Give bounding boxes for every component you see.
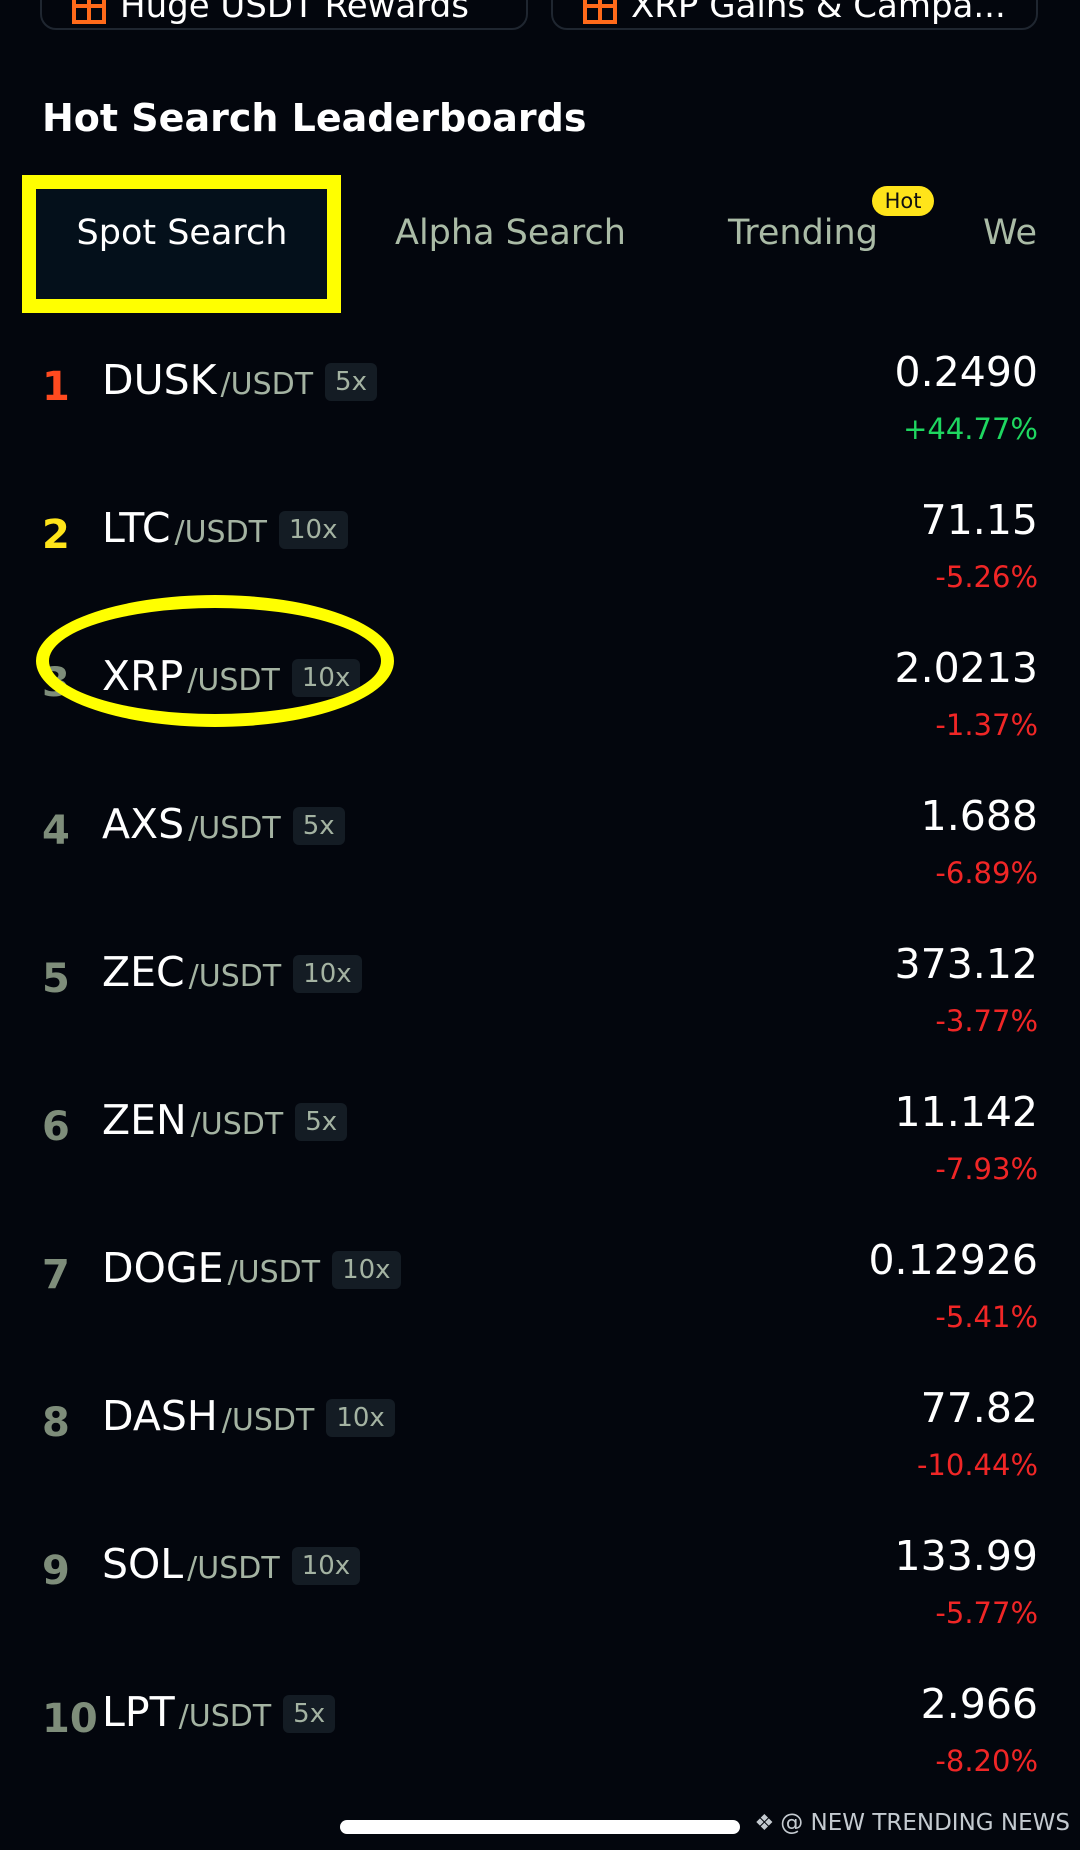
tab-trending[interactable]: Trending — [728, 213, 878, 253]
pair-quote: /USDT — [178, 1698, 272, 1734]
last-price: 2.0213 — [894, 644, 1038, 692]
trading-pair: DOGE /USDT 10x — [102, 1244, 401, 1292]
price-change: -1.37% — [935, 708, 1038, 742]
xrp-highlight-ellipse — [36, 595, 394, 727]
pair-symbol: LTC — [102, 504, 171, 552]
price-change: +44.77% — [903, 412, 1038, 446]
pair-symbol: AXS — [102, 800, 185, 848]
rank-number: 5 — [42, 956, 70, 1002]
price-change: -10.44% — [916, 1448, 1038, 1482]
leaderboard-row[interactable]: 6 ZEN /USDT 5x 11.142 -7.93% — [0, 1066, 1080, 1214]
price-change: -5.41% — [935, 1300, 1038, 1334]
last-price: 0.2490 — [894, 348, 1038, 396]
leverage-badge: 10x — [279, 511, 348, 549]
trading-pair: DUSK /USDT 5x — [102, 356, 377, 404]
promo-label: Huge USDT Rewards — [120, 0, 469, 26]
pair-symbol: LPT — [102, 1688, 175, 1736]
leverage-badge: 5x — [292, 807, 345, 845]
rank-number: 8 — [42, 1400, 70, 1446]
rank-number: 9 — [42, 1548, 70, 1594]
pair-symbol: DOGE — [102, 1244, 224, 1292]
last-price: 373.12 — [894, 940, 1038, 988]
gift-icon — [72, 0, 106, 24]
price-change: -5.77% — [935, 1596, 1038, 1630]
watermark: ❖ @ NEW TRENDING NEWS — [754, 1810, 1070, 1836]
trading-pair: LPT /USDT 5x — [102, 1688, 336, 1736]
price-change: -3.77% — [935, 1004, 1038, 1038]
rank-number: 4 — [42, 808, 70, 854]
leverage-badge: 10x — [332, 1251, 401, 1289]
leaderboard-row[interactable]: 10 LPT /USDT 5x 2.966 -8.20% — [0, 1658, 1080, 1806]
rank-number: 2 — [42, 512, 70, 558]
tab-spot-search[interactable]: Spot Search — [0, 213, 364, 253]
last-price: 71.15 — [920, 496, 1038, 544]
last-price: 133.99 — [894, 1532, 1038, 1580]
leverage-badge: 10x — [293, 955, 362, 993]
leaderboard-row[interactable]: 7 DOGE /USDT 10x 0.12926 -5.41% — [0, 1214, 1080, 1362]
pair-quote: /USDT — [174, 514, 268, 550]
trading-pair: SOL /USDT 10x — [102, 1540, 361, 1588]
leverage-badge: 5x — [283, 1695, 336, 1733]
leverage-badge: 10x — [326, 1399, 395, 1437]
tab-alpha-search[interactable]: Alpha Search — [395, 213, 626, 253]
pair-symbol: ZEN — [102, 1096, 187, 1144]
last-price: 0.12926 — [868, 1236, 1038, 1284]
trading-pair: DASH /USDT 10x — [102, 1392, 395, 1440]
pair-quote: /USDT — [221, 1402, 315, 1438]
trading-pair: AXS /USDT 5x — [102, 800, 345, 848]
leaderboard-row[interactable]: 9 SOL /USDT 10x 133.99 -5.77% — [0, 1510, 1080, 1658]
rank-number: 10 — [42, 1696, 98, 1742]
pair-quote: /USDT — [188, 810, 281, 846]
leverage-badge: 5x — [325, 363, 377, 401]
leaderboard-row[interactable]: 1 DUSK /USDT 5x 0.2490 +44.77% — [0, 326, 1080, 474]
last-price: 1.688 — [920, 792, 1038, 840]
promo-card-usdt-rewards[interactable]: Huge USDT Rewards — [40, 0, 528, 30]
leaderboard-row[interactable]: 4 AXS /USDT 5x 1.688 -6.89% — [0, 770, 1080, 918]
leverage-badge: 5x — [295, 1103, 348, 1141]
trading-pair: ZEC /USDT 10x — [102, 948, 362, 996]
pair-quote: /USDT — [227, 1254, 321, 1290]
rank-number: 1 — [42, 364, 70, 410]
tab-partial[interactable]: We — [983, 213, 1037, 253]
pair-symbol: DASH — [102, 1392, 218, 1440]
price-change: -5.26% — [935, 560, 1038, 594]
rank-number: 7 — [42, 1252, 70, 1298]
rank-number: 6 — [42, 1104, 70, 1150]
price-change: -6.89% — [935, 856, 1038, 890]
leaderboard-row[interactable]: 5 ZEC /USDT 10x 373.12 -3.77% — [0, 918, 1080, 1066]
pair-quote: /USDT — [190, 1106, 284, 1142]
promo-card-xrp-gains[interactable]: XRP Gains & Campa... — [551, 0, 1038, 30]
watermark-text: @ NEW TRENDING NEWS — [780, 1810, 1070, 1836]
pair-symbol: DUSK — [102, 356, 217, 404]
price-change: -8.20% — [935, 1744, 1038, 1778]
diamond-logo-icon: ❖ — [754, 1810, 775, 1836]
price-change: -7.93% — [935, 1152, 1038, 1186]
pair-symbol: SOL — [102, 1540, 184, 1588]
trading-pair: LTC /USDT 10x — [102, 504, 348, 552]
promo-label: XRP Gains & Campa... — [631, 0, 1006, 26]
last-price: 2.966 — [920, 1680, 1038, 1728]
pair-quote: /USDT — [188, 958, 282, 994]
pair-symbol: ZEC — [102, 948, 185, 996]
last-price: 77.82 — [920, 1384, 1038, 1432]
hot-badge: Hot — [872, 186, 934, 216]
gift-icon — [583, 0, 617, 24]
pair-quote: /USDT — [187, 1550, 280, 1586]
home-indicator[interactable] — [340, 1820, 740, 1834]
leaderboard-row[interactable]: 8 DASH /USDT 10x 77.82 -10.44% — [0, 1362, 1080, 1510]
pair-quote: /USDT — [220, 366, 314, 402]
section-title: Hot Search Leaderboards — [42, 96, 587, 140]
trading-pair: ZEN /USDT 5x — [102, 1096, 348, 1144]
last-price: 11.142 — [894, 1088, 1038, 1136]
leverage-badge: 10x — [291, 1547, 361, 1585]
